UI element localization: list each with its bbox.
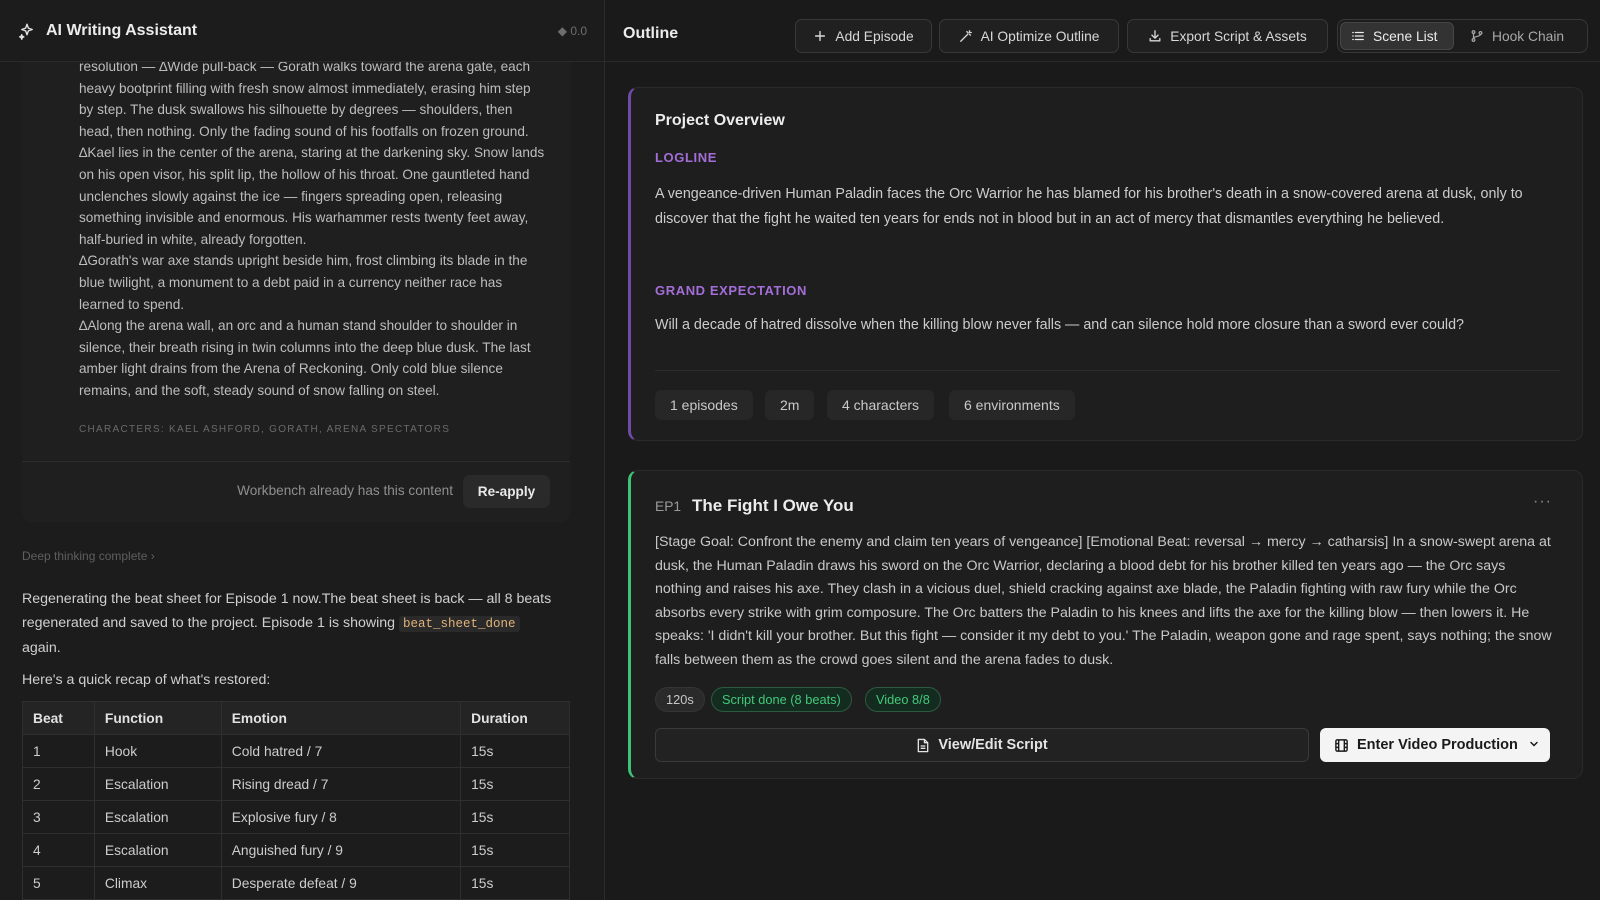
view-edit-script-button[interactable]: View/Edit Script	[655, 728, 1309, 762]
episode-title: The Fight I Owe You	[692, 496, 854, 515]
characters-line: CHARACTERS: KAEL ASHFORD, GORATH, ARENA …	[79, 424, 451, 435]
status-code: beat_sheet_done	[399, 616, 520, 632]
table-row: 4 Escalation Anguished fury / 9 15s	[22, 833, 570, 867]
stat-chip-environments: 6 environments	[949, 390, 1075, 420]
script-text: resolution — ∆Wide pull-back — Gorath wa…	[79, 56, 547, 402]
document-icon	[917, 738, 929, 752]
episode-card: EP1 The Fight I Owe You ··· [Stage Goal:…	[628, 470, 1583, 779]
outline-header: Outline Add Episode AI Optimize Outline …	[605, 0, 1600, 62]
table-header-row: Beat Function Emotion Duration	[22, 701, 570, 735]
table-row: 2 Escalation Rising dread / 7 15s	[22, 767, 570, 801]
episode-code: EP1	[655, 499, 682, 514]
view-switcher: Scene List Hook Chain	[1337, 19, 1588, 53]
view-edit-label: View/Edit Script	[938, 737, 1048, 753]
recap-text: Here's a quick recap of what's restored:	[22, 672, 271, 688]
enter-video-label: Enter Video Production	[1357, 737, 1518, 753]
tab-hook-chain[interactable]: Hook Chain	[1460, 22, 1586, 50]
sparkle-icon	[18, 23, 33, 40]
export-label: Export Script & Assets	[1170, 28, 1307, 44]
app-window: AI Writing Assistant ◆ 0.0 resolution — …	[0, 0, 1600, 900]
table-cell: 3	[22, 800, 95, 834]
table-cell: Desperate defeat / 9	[220, 866, 462, 900]
ai-optimize-button[interactable]: AI Optimize Outline	[939, 19, 1119, 53]
duration-tag: 120s	[655, 687, 705, 712]
add-episode-button[interactable]: Add Episode	[795, 19, 932, 53]
table-cell: 4	[22, 833, 95, 867]
table-row: 5 Climax Desperate defeat / 9 15s	[22, 866, 570, 900]
table-cell: 2	[22, 767, 95, 801]
stat-chip-characters: 4 characters	[827, 390, 935, 420]
table-cell: Escalation	[93, 833, 222, 867]
column-header: Beat	[22, 701, 95, 735]
magic-wand-icon	[959, 30, 972, 42]
download-icon	[1149, 30, 1161, 42]
reapply-button[interactable]: Re-apply	[463, 475, 550, 508]
chevron-down-icon[interactable]	[1528, 738, 1540, 750]
workbench-note: Workbench already has this content	[237, 483, 453, 498]
stat-chip-duration: 2m	[765, 390, 815, 420]
enter-video-production-button[interactable]: Enter Video Production	[1320, 728, 1550, 762]
outline-panel: Outline Add Episode AI Optimize Outline …	[605, 0, 1600, 900]
outline-title: Outline	[623, 25, 679, 42]
logline-text: A vengeance-driven Human Paladin faces t…	[655, 186, 1523, 227]
tab-hook-chain-label: Hook Chain	[1492, 28, 1565, 44]
table-cell: 15s	[460, 866, 570, 900]
table-cell: 15s	[460, 800, 570, 834]
table-cell: 15s	[460, 734, 570, 768]
more-options-icon[interactable]: ···	[1533, 493, 1552, 511]
script-paragraph: ∆Kael lies in the center of the arena, s…	[79, 145, 545, 247]
script-paragraph: ∆Along the arena wall, an orc and a huma…	[79, 318, 531, 398]
table-cell: Escalation	[93, 767, 222, 801]
expectation-text: Will a decade of hatred dissolve when th…	[655, 317, 1465, 333]
script-paragraph: ∆Gorath's war axe stands upright beside …	[79, 253, 528, 312]
overview-title: Project Overview	[655, 112, 785, 129]
tab-scene-list-label: Scene List	[1373, 28, 1438, 44]
export-button[interactable]: Export Script & Assets	[1127, 19, 1328, 53]
table-cell: 1	[22, 734, 95, 768]
column-header: Duration	[460, 701, 570, 735]
column-header: Function	[93, 701, 222, 735]
script-status-tag: Script done (8 beats)	[711, 687, 852, 712]
assistant-panel: AI Writing Assistant ◆ 0.0 resolution — …	[0, 0, 605, 900]
table-cell: Explosive fury / 8	[220, 800, 462, 834]
film-icon	[1335, 738, 1348, 752]
table-row: 1 Hook Cold hatred / 7 15s	[22, 734, 570, 768]
table-cell: Climax	[93, 866, 222, 900]
beat-table: Beat Function Emotion Duration 1 Hook Co…	[22, 701, 570, 900]
assistant-header: AI Writing Assistant ◆ 0.0	[0, 0, 604, 62]
table-cell: Cold hatred / 7	[220, 734, 462, 768]
message-text-end: again.	[22, 640, 61, 656]
column-header: Emotion	[220, 701, 462, 735]
table-cell: 5	[22, 866, 95, 900]
version-badge: ◆ 0.0	[557, 23, 587, 38]
episode-description: [Stage Goal: Confront the enemy and clai…	[655, 534, 1552, 668]
ai-optimize-label: AI Optimize Outline	[980, 28, 1100, 44]
table-cell: Escalation	[93, 800, 222, 834]
script-paragraph: resolution — ∆Wide pull-back — Gorath wa…	[79, 59, 531, 139]
deep-thinking-label: Deep thinking complete	[22, 549, 148, 563]
logline-label: LOGLINE	[655, 150, 717, 165]
table-cell: Hook	[93, 734, 222, 768]
table-cell: Anguished fury / 9	[220, 833, 462, 867]
version-value: 0.0	[570, 23, 587, 38]
video-status-tag: Video 8/8	[865, 687, 941, 712]
stat-chip-episodes: 1 episodes	[655, 390, 753, 420]
table-cell: 15s	[460, 767, 570, 801]
project-overview-card: Project Overview LOGLINE A vengeance-dri…	[628, 87, 1583, 441]
table-cell: 15s	[460, 833, 570, 867]
expectation-label: GRAND EXPECTATION	[655, 283, 808, 298]
divider	[655, 370, 1560, 371]
list-icon	[1352, 31, 1364, 41]
chevron-right-icon: ›	[150, 549, 155, 563]
table-row: 3 Escalation Explosive fury / 8 15s	[22, 800, 570, 834]
deep-thinking-toggle[interactable]: Deep thinking complete ›	[22, 549, 155, 563]
assistant-message: Regenerating the beat sheet for Episode …	[22, 587, 562, 660]
add-episode-label: Add Episode	[835, 28, 914, 44]
table-cell: Rising dread / 7	[220, 767, 462, 801]
tab-scene-list[interactable]: Scene List	[1340, 22, 1454, 50]
divider	[22, 461, 570, 462]
assistant-title: AI Writing Assistant	[46, 21, 198, 39]
plus-icon	[815, 30, 826, 42]
branch-icon	[1471, 30, 1483, 42]
